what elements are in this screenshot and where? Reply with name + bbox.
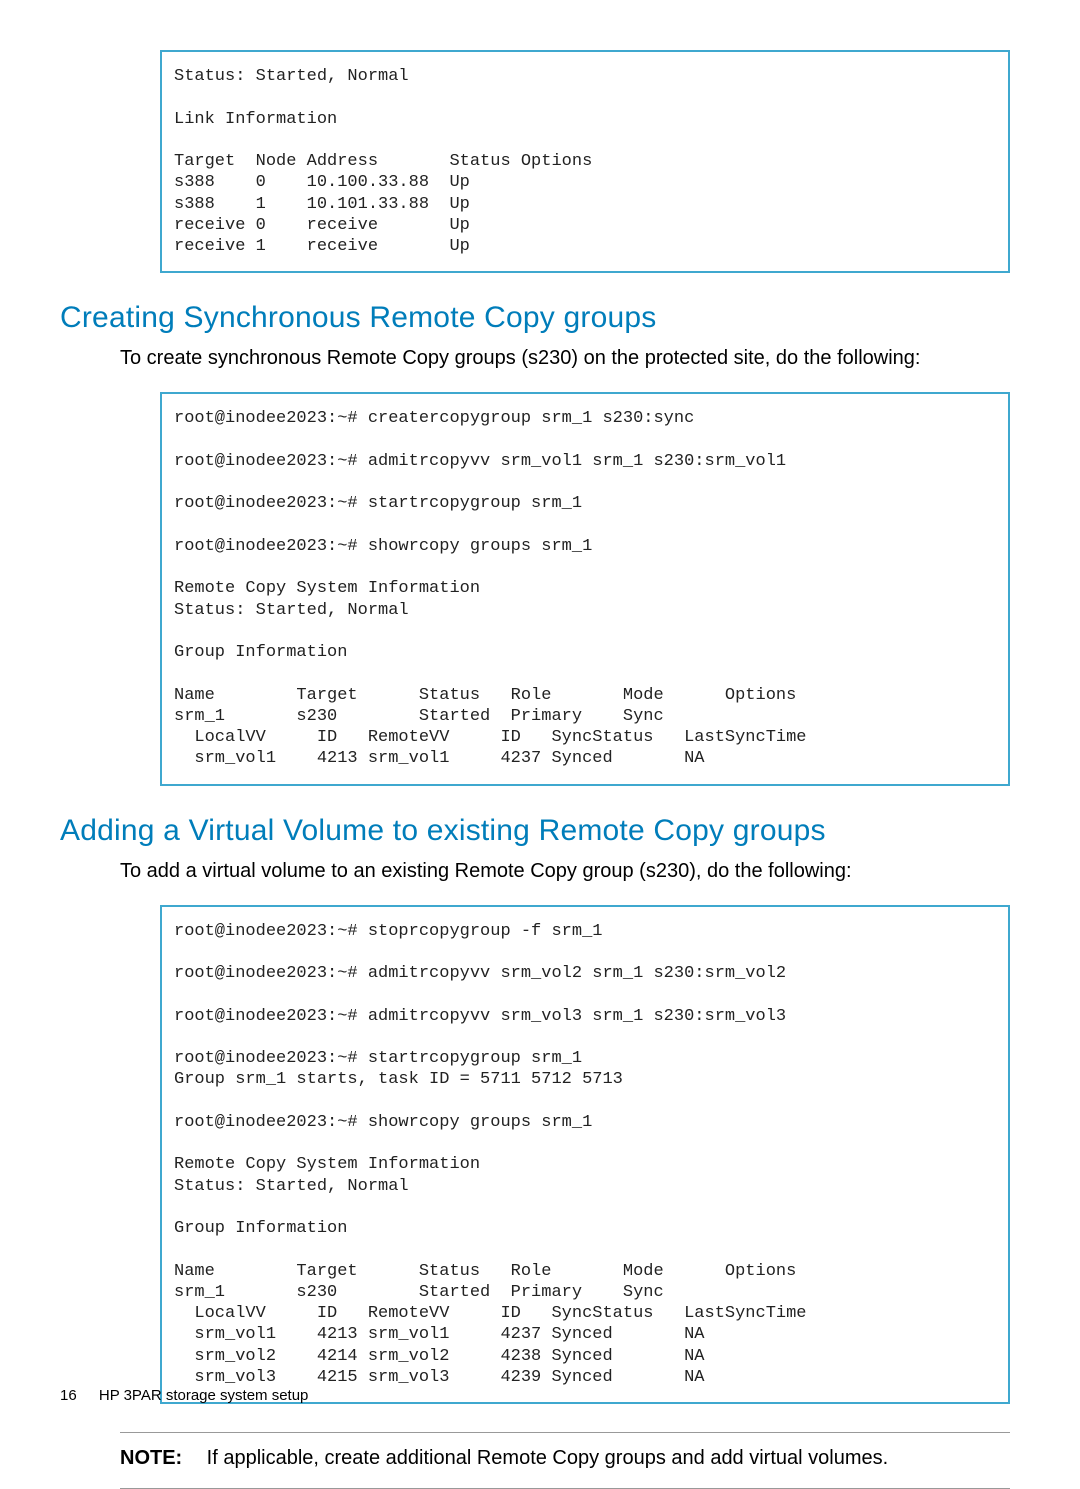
- code-block-create-sync-groups: root@inodee2023:~# creatercopygroup srm_…: [160, 392, 1010, 785]
- page-footer: 16 HP 3PAR storage system setup: [60, 1387, 308, 1404]
- page-number: 16: [60, 1387, 77, 1404]
- heading-creating-sync-groups: Creating Synchronous Remote Copy groups: [60, 301, 1020, 335]
- note-label: NOTE:: [120, 1447, 182, 1469]
- footer-text: HP 3PAR storage system setup: [99, 1387, 309, 1404]
- code-block-link-information: Status: Started, Normal Link Information…: [160, 50, 1010, 273]
- intro-adding-virtual-volume: To add a virtual volume to an existing R…: [120, 860, 1020, 883]
- note-text: If applicable, create additional Remote …: [207, 1447, 889, 1469]
- code-block-add-virtual-volume: root@inodee2023:~# stoprcopygroup -f srm…: [160, 905, 1010, 1405]
- intro-creating-sync-groups: To create synchronous Remote Copy groups…: [120, 347, 1020, 370]
- note-block: NOTE: If applicable, create additional R…: [120, 1432, 1010, 1489]
- heading-adding-virtual-volume: Adding a Virtual Volume to existing Remo…: [60, 814, 1020, 848]
